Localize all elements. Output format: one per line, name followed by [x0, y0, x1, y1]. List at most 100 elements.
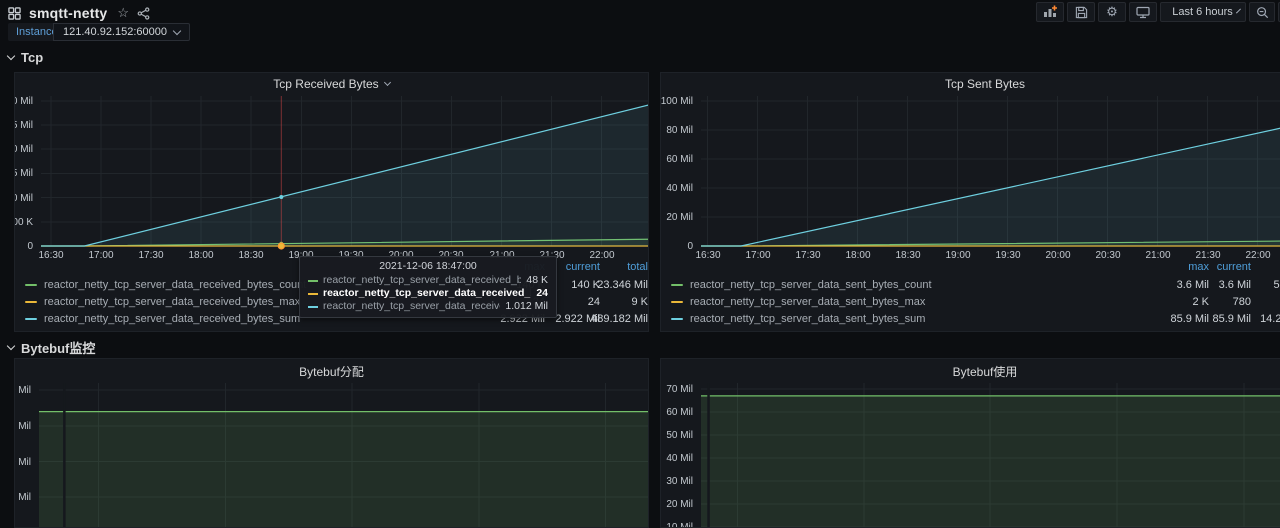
y-tick-label: 10 Mil	[666, 522, 693, 528]
legend-value: 14.285 Bil	[1239, 313, 1280, 325]
series-dash-icon	[25, 301, 37, 303]
y-tick-label: 3.0 Mil	[14, 96, 33, 107]
chart-plot-area[interactable]	[41, 96, 649, 253]
dashboard-title[interactable]: smqtt-netty	[29, 5, 107, 21]
variable-value-dropdown[interactable]: 121.40.92.152:60000	[53, 23, 190, 41]
legend-column-header[interactable]: total	[578, 261, 648, 273]
panel-header[interactable]: Bytebuf分配	[15, 363, 648, 380]
series-gap	[707, 383, 710, 528]
panel-header[interactable]: Tcp Received Bytes	[15, 77, 648, 91]
x-tick-label: 18:00	[840, 250, 876, 261]
panel-tcp-sent-bytes: Tcp Sent Bytes 020 Mil40 Mil60 Mil80 Mil…	[660, 72, 1280, 332]
series-fill	[39, 412, 649, 528]
y-tick-label: 40 Mil	[666, 453, 693, 464]
legend-value: 9 K	[578, 296, 648, 308]
x-tick-label: 17:30	[133, 250, 169, 261]
legend-series-label[interactable]: reactor_netty_tcp_server_data_received_b…	[25, 279, 306, 291]
panel-tcp-received-bytes: Tcp Received Bytes 0500 K1.0 Mil1.5 Mil2…	[14, 72, 649, 332]
panel-bytebuf-used: Bytebuf使用 10 Mil20 Mil30 Mil40 Mil50 Mil…	[660, 358, 1280, 528]
row-title: Tcp	[21, 50, 43, 65]
crosshair-marker	[278, 243, 284, 249]
y-tick-label: 80 Mil	[666, 125, 693, 136]
legend: maxcurrenttotalreactor_netty_tcp_server_…	[661, 261, 1280, 325]
series-dash-icon	[308, 293, 318, 295]
y-tick-label: 1.0 Mil	[14, 193, 33, 204]
legend-series-label[interactable]: reactor_netty_tcp_server_data_sent_bytes…	[671, 296, 925, 308]
y-tick-label: 10 Mil	[14, 457, 31, 468]
panel-bytebuf-alloc: Bytebuf分配 5 Mil 10 Mil 15 Mil 20 Mil	[14, 358, 649, 528]
tooltip-row: reactor_netty_tcp_server_data_received_b…	[308, 287, 548, 300]
panel-title: Bytebuf使用	[953, 363, 1018, 380]
y-tick-label: 50 Mil	[666, 430, 693, 441]
y-tick-label: 20 Mil	[14, 385, 31, 396]
panel-header[interactable]: Bytebuf使用	[661, 363, 1280, 380]
legend-value: 23.346 Mil	[578, 279, 648, 291]
legend-value: 489.182 Mil	[578, 313, 648, 325]
settings-gear-button[interactable]: ⚙	[1098, 2, 1126, 22]
x-tick-label: 17:00	[740, 250, 776, 261]
y-tick-label: 5 Mil	[14, 492, 31, 503]
x-tick-label: 21:00	[1140, 250, 1176, 261]
series-dash-icon	[671, 301, 683, 303]
tooltip-timestamp: 2021-12-06 18:47:00	[308, 260, 548, 272]
zoom-out-button[interactable]	[1249, 2, 1275, 22]
legend-value: 598 Mil	[1239, 279, 1280, 291]
legend-series-label[interactable]: reactor_netty_tcp_server_data_sent_bytes…	[671, 313, 925, 325]
time-range-picker[interactable]: Last 6 hours	[1160, 2, 1246, 22]
star-icon[interactable]: ☆	[117, 5, 129, 21]
row-header-bytebuf[interactable]: Bytebuf监控	[8, 338, 95, 357]
chart-plot-area[interactable]	[39, 383, 649, 528]
series-fill	[701, 122, 1280, 247]
legend-series-label[interactable]: reactor_netty_tcp_server_data_sent_bytes…	[671, 279, 932, 291]
x-tick-label: 17:30	[790, 250, 826, 261]
share-icon[interactable]	[137, 7, 150, 20]
panel-title: Tcp Received Bytes	[273, 77, 378, 91]
series-fill	[701, 396, 1280, 528]
cycle-view-button[interactable]	[1129, 2, 1157, 22]
x-tick-label: 18:30	[233, 250, 269, 261]
legend-series-label[interactable]: reactor_netty_tcp_server_data_received_b…	[25, 296, 300, 308]
row-header-tcp[interactable]: Tcp	[8, 50, 43, 65]
chevron-down-icon	[1236, 8, 1241, 13]
x-tick-label: 20:30	[1090, 250, 1126, 261]
crosshair-marker	[279, 195, 283, 199]
x-tick-label: 18:00	[183, 250, 219, 261]
tooltip-row: reactor_netty_tcp_server_data_received_b…	[308, 274, 548, 287]
y-tick-label: 70 Mil	[666, 384, 693, 395]
header-toolbar: ⚙ Last 6 hours	[1036, 2, 1280, 22]
x-tick-label: 17:00	[83, 250, 119, 261]
x-tick-label: 16:30	[690, 250, 726, 261]
apps-grid-icon[interactable]	[8, 7, 21, 20]
legend-value: 780	[1181, 296, 1251, 308]
series-gap	[63, 383, 66, 528]
panel-header[interactable]: Tcp Sent Bytes	[661, 77, 1280, 91]
chevron-down-icon	[7, 342, 15, 350]
y-tick-label: 15 Mil	[14, 421, 31, 432]
x-tick-label: 16:30	[33, 250, 69, 261]
legend-column-header[interactable]: total	[1239, 261, 1280, 273]
y-tick-label: 60 Mil	[666, 407, 693, 418]
row-title: Bytebuf监控	[21, 338, 95, 357]
save-dashboard-button[interactable]	[1067, 2, 1095, 22]
x-tick-label: 19:30	[990, 250, 1026, 261]
chevron-down-icon	[7, 52, 15, 60]
y-tick-label: 2.0 Mil	[14, 144, 33, 155]
x-tick-label: 21:30	[1190, 250, 1226, 261]
x-tick-label: 22:00	[1240, 250, 1276, 261]
add-panel-button[interactable]	[1036, 2, 1064, 22]
series-dash-icon	[25, 318, 37, 320]
chevron-down-icon	[173, 26, 181, 34]
y-tick-label: 40 Mil	[666, 183, 693, 194]
series-dash-icon	[25, 284, 37, 286]
legend-series-label[interactable]: reactor_netty_tcp_server_data_received_b…	[25, 313, 300, 325]
y-tick-label: 100 Mil	[661, 96, 693, 107]
chevron-down-icon	[384, 79, 391, 86]
y-tick-label: 20 Mil	[666, 499, 693, 510]
y-tick-label: 1.5 Mil	[14, 168, 33, 179]
series-fill	[41, 105, 649, 246]
chart-plot-area[interactable]	[701, 96, 1280, 253]
chart-plot-area[interactable]	[701, 383, 1280, 528]
dashboard-header: smqtt-netty ☆	[0, 0, 1280, 24]
y-tick-label: 500 K	[14, 217, 33, 228]
x-tick-label: 20:00	[1040, 250, 1076, 261]
